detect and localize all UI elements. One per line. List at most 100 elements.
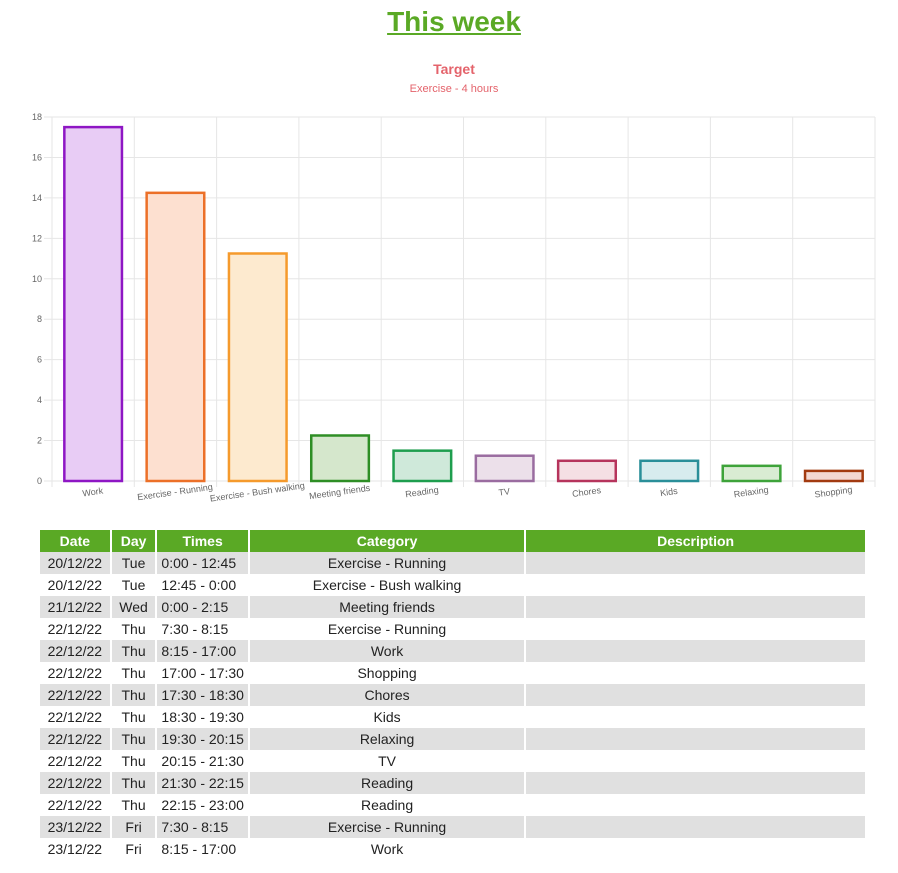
bar bbox=[474, 454, 535, 483]
table-row: 20/12/22 Tue 0:00 - 12:45 Exercise - Runnin… bbox=[40, 552, 865, 574]
date-cell: 22/12/22 bbox=[40, 728, 110, 750]
times-cell: 19:30 - 20:15 bbox=[157, 728, 248, 750]
column-header-date: Date bbox=[40, 530, 110, 552]
x-tick-label: Exercise - Bush walking bbox=[209, 480, 305, 503]
date-cell: 20/12/22 bbox=[40, 552, 110, 574]
category-cell: Reading bbox=[249, 794, 525, 816]
bar bbox=[556, 459, 618, 483]
y-tick-label: 16 bbox=[32, 152, 42, 162]
times-cell: 17:30 - 18:30 bbox=[157, 684, 248, 706]
day-cell: Wed bbox=[111, 596, 156, 618]
table-row: 23/12/22 Fri 8:15 - 17:00 Work bbox=[40, 838, 865, 860]
times-cell: 12:45 - 0:00 bbox=[157, 574, 248, 596]
table-row: 22/12/22 Thu 19:30 - 20:15 Relaxing bbox=[40, 728, 865, 750]
activity-table: Date Day Times Category Description 20/12/22… bbox=[38, 530, 867, 860]
column-header-times: Times bbox=[157, 530, 248, 552]
column-header-day: Day bbox=[111, 530, 156, 552]
chart-subtitle: Exercise - 4 hours bbox=[410, 83, 499, 95]
page-title: This week bbox=[387, 6, 521, 37]
times-cell: 8:15 - 17:00 bbox=[157, 640, 248, 662]
column-header-category: Category bbox=[249, 530, 525, 552]
y-tick-label: 14 bbox=[32, 193, 42, 203]
bar bbox=[227, 252, 288, 483]
date-cell: 22/12/22 bbox=[40, 640, 110, 662]
table-row: 23/12/22 Fri 7:30 - 8:15 Exercise - Running bbox=[40, 816, 865, 838]
table-row: 22/12/22 Thu 7:30 - 8:15 Exercise - Running bbox=[40, 618, 865, 640]
day-cell: Thu bbox=[111, 728, 156, 750]
x-tick-label: Kids bbox=[659, 486, 678, 498]
description-cell bbox=[526, 706, 865, 728]
times-cell: 0:00 - 12:45 bbox=[157, 552, 248, 574]
times-cell: 7:30 - 8:15 bbox=[157, 816, 248, 838]
x-tick-label: Work bbox=[82, 486, 105, 499]
date-cell: 22/12/22 bbox=[40, 750, 110, 772]
table-row: 22/12/22 Thu 21:30 - 22:15 Reading bbox=[40, 772, 865, 794]
category-cell: Work bbox=[249, 640, 525, 662]
table-row: 22/12/22 Thu 17:30 - 18:30 Chores bbox=[40, 684, 865, 706]
date-cell: 22/12/22 bbox=[40, 662, 110, 684]
table-row: 22/12/22 Thu 17:00 - 17:30 Shopping bbox=[40, 662, 865, 684]
x-tick-label: Relaxing bbox=[733, 485, 769, 500]
description-cell bbox=[526, 574, 865, 596]
day-cell: Fri bbox=[111, 816, 156, 838]
description-cell bbox=[526, 772, 865, 794]
times-cell: 18:30 - 19:30 bbox=[157, 706, 248, 728]
bar bbox=[145, 191, 206, 483]
date-cell: 22/12/22 bbox=[40, 684, 110, 706]
x-tick-label: Meeting friends bbox=[308, 483, 371, 502]
category-cell: Shopping bbox=[249, 662, 525, 684]
y-tick-label: 0 bbox=[37, 476, 42, 486]
x-tick-label: Chores bbox=[571, 485, 602, 499]
day-cell: Tue bbox=[111, 552, 156, 574]
x-tick-label: TV bbox=[498, 486, 511, 498]
day-cell: Thu bbox=[111, 750, 156, 772]
day-cell: Thu bbox=[111, 794, 156, 816]
category-cell: Exercise - Running bbox=[249, 816, 525, 838]
date-cell: 23/12/22 bbox=[40, 816, 110, 838]
times-cell: 22:15 - 23:00 bbox=[157, 794, 248, 816]
bar bbox=[392, 449, 453, 483]
y-tick-label: 18 bbox=[32, 112, 42, 122]
table-row: 20/12/22 Tue 12:45 - 0:00 Exercise - Bush w… bbox=[40, 574, 865, 596]
table-row: 22/12/22 Thu 18:30 - 19:30 Kids bbox=[40, 706, 865, 728]
date-cell: 21/12/22 bbox=[40, 596, 110, 618]
day-cell: Thu bbox=[111, 618, 156, 640]
category-cell: Chores bbox=[249, 684, 525, 706]
description-cell bbox=[526, 838, 865, 860]
x-tick-label: Reading bbox=[405, 485, 440, 500]
description-cell bbox=[526, 794, 865, 816]
table-row: 22/12/22 Thu 8:15 - 17:00 Work bbox=[40, 640, 865, 662]
day-cell: Tue bbox=[111, 574, 156, 596]
category-cell: Exercise - Running bbox=[249, 618, 525, 640]
description-cell bbox=[526, 596, 865, 618]
x-tick-label: Exercise - Running bbox=[137, 482, 214, 502]
category-cell: Work bbox=[249, 838, 525, 860]
times-cell: 8:15 - 17:00 bbox=[157, 838, 248, 860]
description-cell bbox=[526, 728, 865, 750]
times-cell: 21:30 - 22:15 bbox=[157, 772, 248, 794]
category-cell: Kids bbox=[249, 706, 525, 728]
category-cell: Meeting friends bbox=[249, 596, 525, 618]
day-cell: Thu bbox=[111, 684, 156, 706]
times-cell: 7:30 - 8:15 bbox=[157, 618, 248, 640]
description-cell bbox=[526, 662, 865, 684]
description-cell bbox=[526, 640, 865, 662]
day-cell: Thu bbox=[111, 706, 156, 728]
bar bbox=[803, 469, 864, 483]
category-cell: Exercise - Bush walking bbox=[249, 574, 525, 596]
date-cell: 22/12/22 bbox=[40, 706, 110, 728]
date-cell: 22/12/22 bbox=[40, 618, 110, 640]
y-tick-label: 6 bbox=[37, 355, 42, 365]
y-tick-label: 2 bbox=[37, 436, 42, 446]
x-tick-label: Shopping bbox=[814, 484, 853, 499]
table-row: 22/12/22 Thu 22:15 - 23:00 Reading bbox=[40, 794, 865, 816]
date-cell: 23/12/22 bbox=[40, 838, 110, 860]
description-cell bbox=[526, 618, 865, 640]
chart-svg: Target Exercise - 4 hours 0 2 4 6 8 10 12 14 16 18 W… bbox=[32, 61, 876, 504]
y-tick-label: 10 bbox=[32, 274, 42, 284]
day-cell: Fri bbox=[111, 838, 156, 860]
category-cell: Exercise - Running bbox=[249, 552, 525, 574]
table-row: 22/12/22 Thu 20:15 - 21:30 TV bbox=[40, 750, 865, 772]
category-cell: TV bbox=[249, 750, 525, 772]
day-cell: Thu bbox=[111, 640, 156, 662]
